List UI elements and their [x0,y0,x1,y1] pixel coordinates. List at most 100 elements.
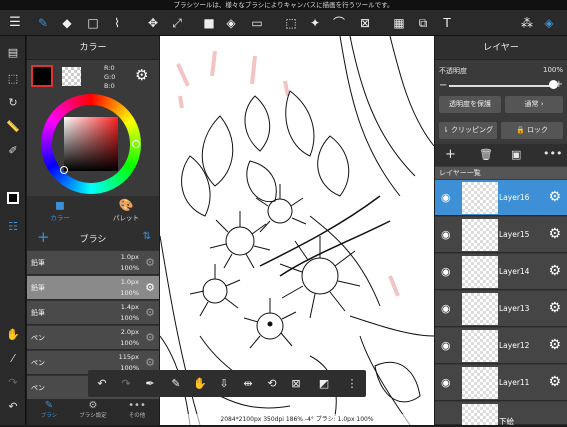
visibility-eye-icon[interactable]: ◉ [441,376,451,389]
layer-settings-gear-icon[interactable]: ⚙ [548,189,561,205]
layer-row-layer12[interactable]: ◉ Layer12 ⚙ [435,328,567,364]
more-icon[interactable]: ••• [543,147,562,160]
brush-name: ペン [31,359,45,367]
canvas-status: 2084*2100px 350dpi 186% -4° ブラシ: 1.0px 1… [160,414,434,425]
drawing-canvas[interactable] [160,36,434,425]
pen-icon[interactable]: ✎ [166,374,186,393]
layer-row-layer16[interactable]: ◉ Layer16 ⚙ [435,180,567,216]
opacity-minus-icon[interactable]: − [439,80,447,91]
lock-button[interactable]: 🔒 ロック [501,122,563,139]
brush-settings-gear-icon[interactable]: ⚙ [145,306,155,319]
layer-settings-gear-icon[interactable]: ⚙ [548,300,561,316]
tab-brush[interactable]: ✎ ブラシ [27,400,71,425]
wand-icon[interactable]: ✦ [306,14,324,32]
protect-alpha-button[interactable]: 透明度を保護 [439,96,501,113]
layer-icon[interactable]: ◩ [314,374,334,393]
brush-name: ペン [31,384,45,392]
brush-settings-gear-icon[interactable]: ⚙ [145,331,155,344]
hand-icon[interactable]: ✋ [4,326,22,344]
brush-item[interactable]: ペン 2.0px 100% ⚙ [27,326,159,350]
visibility-eye-icon[interactable]: ◉ [441,339,451,352]
color-wheel[interactable] [41,94,141,194]
layer-row-layer14[interactable]: ◉ Layer14 ⚙ [435,254,567,290]
visibility-eye-icon[interactable]: ◉ [441,265,451,278]
add-layer-icon[interactable]: + [445,147,456,162]
redo-icon[interactable]: ↷ [116,374,136,393]
grip-icon[interactable]: ⋮ [342,374,362,393]
tab-brush-settings[interactable]: ⚙ ブラシ設定 [71,400,115,425]
brush-item[interactable]: 鉛筆 1.4px 100% ⚙ [27,301,159,325]
brush-settings-gear-icon[interactable]: ⚙ [145,356,155,369]
layer-row-layer11[interactable]: ◉ Layer11 ⚙ [435,365,567,401]
brush-size-icon[interactable]: ✒ [140,374,160,393]
tab-other[interactable]: ••• その他 [115,400,159,425]
hand-icon[interactable]: ✋ [190,374,210,393]
tab-palette[interactable]: 🎨 パレット [93,196,159,226]
blend-mode-select[interactable]: 通常 › [505,96,563,113]
download-icon[interactable]: ⇩ [214,374,234,393]
gradient-icon[interactable]: ▭ [248,14,266,32]
tab-color[interactable]: ◼ カラー [27,196,93,226]
text-icon[interactable]: T [438,14,456,32]
filter-icon[interactable]: ⧉ [414,14,432,32]
layer-row-sketch[interactable]: 下絵 [435,402,567,426]
opacity-slider[interactable] [449,85,553,87]
sort-brush-button[interactable]: ⇅ [143,231,151,242]
frame-icon[interactable]: ▦ [390,14,408,32]
rect-icon[interactable]: □ [84,14,102,32]
bucket-icon[interactable]: ◈ [222,14,240,32]
brush-icon[interactable]: ✐ [4,142,22,160]
opacity-plus-icon[interactable]: + [555,79,563,90]
layers-icon[interactable]: ◈ [540,14,558,32]
visibility-eye-icon[interactable]: ◉ [441,302,451,315]
foreground-color-swatch[interactable] [31,65,53,87]
brush-item-selected[interactable]: 鉛筆 1.0px 100% ⚙ [27,276,159,300]
rotate-reset-icon[interactable]: ⟲ [262,374,282,393]
color-settings-gear-icon[interactable]: ⚙ [135,66,148,84]
rotate-icon[interactable]: ↻ [4,94,22,112]
layer-row-layer13[interactable]: ◉ Layer13 ⚙ [435,291,567,327]
layer-settings-gear-icon[interactable]: ⚙ [548,263,561,279]
color-tab-icon: ◼ [55,198,65,212]
layer-panel-title: レイヤー [435,36,567,60]
eyedropper-icon[interactable]: ⁄ [4,350,22,368]
color-tab-bar: ◼ カラー 🎨 パレット [27,196,159,226]
selection-icon[interactable]: ⬚ [4,70,22,88]
layer-row-layer15[interactable]: ◉ Layer15 ⚙ [435,217,567,253]
transform-icon[interactable]: ⊠ [286,374,306,393]
transform-icon[interactable]: ⤢ [168,14,186,32]
current-color-icon[interactable] [7,192,19,204]
saturation-value-square[interactable] [64,117,118,171]
select-icon[interactable]: ⬚ [282,14,300,32]
materials-icon[interactable]: ⁂ [518,14,536,32]
pen-icon[interactable]: ✎ [34,14,52,32]
eraser-icon[interactable]: ◆ [58,14,76,32]
clipping-button[interactable]: ⇂ クリッピング [439,122,497,139]
layer-settings-gear-icon[interactable]: ⚙ [548,337,561,353]
flip-icon[interactable]: ⇹ [238,374,258,393]
brush-settings-gear-icon[interactable]: ⚙ [145,256,155,269]
pages-icon[interactable]: ▤ [4,44,22,62]
menu-icon[interactable]: ☰ [6,14,24,32]
undo-icon[interactable]: ↶ [92,374,112,393]
visibility-eye-icon[interactable]: ◉ [441,228,451,241]
brush-item[interactable]: 鉛筆 1.0px 100% ⚙ [27,251,159,275]
delete-layer-icon[interactable]: 🗑 [479,148,493,161]
undo-icon[interactable]: ↶ [4,398,22,416]
pick-icon[interactable]: ⊠ [356,14,374,32]
lasso-icon[interactable]: ⌒ [330,14,348,32]
layer-settings-gear-icon[interactable]: ⚙ [548,374,561,390]
color-picker-handle[interactable] [60,166,68,174]
visibility-eye-icon[interactable]: ◉ [441,191,451,204]
shape-icon[interactable]: ⌇ [108,14,126,32]
background-color-swatch[interactable] [62,67,81,86]
hue-picker-handle[interactable] [132,140,140,148]
move-icon[interactable]: ✥ [144,14,162,32]
layer-settings-gear-icon[interactable]: ⚙ [548,226,561,242]
ruler-icon[interactable]: 📏 [4,118,22,136]
import-image-icon[interactable]: ▣ [511,148,521,161]
brush-settings-gear-icon[interactable]: ⚙ [145,281,155,294]
list-icon[interactable]: ☷ [4,218,22,236]
redo-icon[interactable]: ↷ [4,374,22,392]
fill-icon[interactable]: ■ [200,14,218,32]
